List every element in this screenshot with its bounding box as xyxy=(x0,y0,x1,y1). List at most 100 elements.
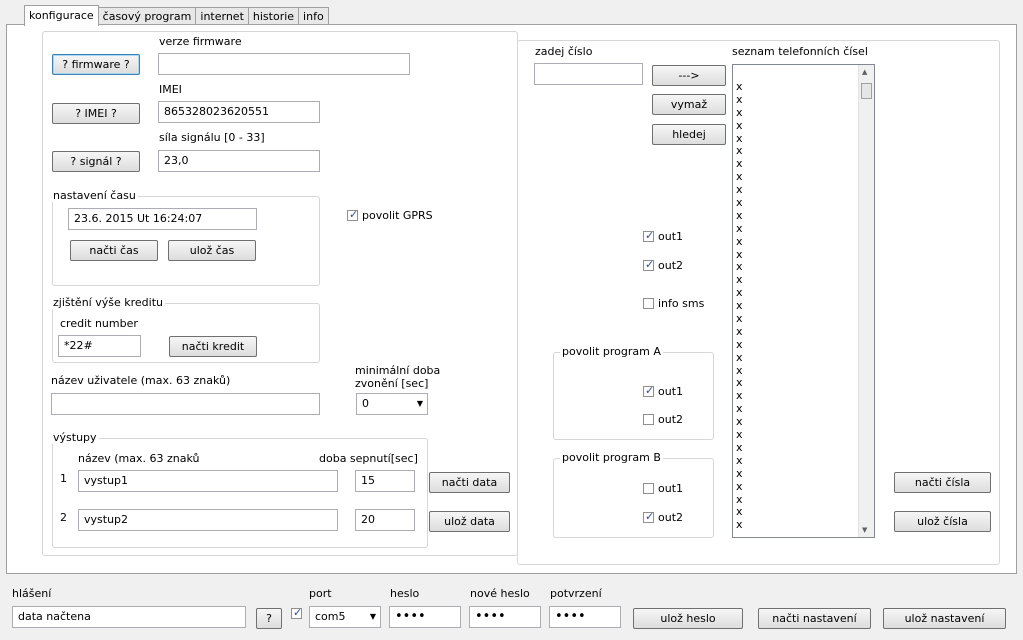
find-number-button[interactable]: hledej xyxy=(652,124,726,145)
signal-query-button[interactable]: ? signál ? xyxy=(52,151,140,172)
phone-list-item[interactable]: x xyxy=(733,338,858,351)
imei-field[interactable]: 865328023620551 xyxy=(158,101,320,123)
phone-list-item[interactable]: x xyxy=(733,93,858,106)
phone-list-scrollbar[interactable]: ▲ ▼ xyxy=(858,65,874,537)
program-b-out1-label: out1 xyxy=(658,482,684,495)
tab-internet[interactable]: internet xyxy=(195,7,249,25)
save-time-button[interactable]: ulož čas xyxy=(168,240,256,261)
phone-list-item[interactable]: x xyxy=(733,183,858,196)
phone-list-item[interactable]: x xyxy=(733,80,858,93)
program-b-out1-checkbox[interactable] xyxy=(643,483,654,494)
phone-list-item[interactable]: x xyxy=(733,299,858,312)
phone-list-item[interactable]: x xyxy=(733,209,858,222)
scroll-up-icon[interactable]: ▲ xyxy=(862,68,867,76)
read-numbers-button[interactable]: načti čísla xyxy=(894,472,991,493)
output-time-field-1[interactable]: 15 xyxy=(355,470,415,492)
tab-historie[interactable]: historie xyxy=(247,7,300,25)
phone-list-item[interactable]: x xyxy=(733,260,858,274)
read-credit-button[interactable]: načti kredit xyxy=(169,336,257,357)
ring-time-value: 0 xyxy=(362,397,369,410)
signal-label: síla signálu [0 - 33] xyxy=(159,131,265,144)
output-name-field-2[interactable]: vystup2 xyxy=(78,509,338,531)
program-a-out2-checkbox[interactable] xyxy=(643,414,654,425)
outputs-group-title: výstupy xyxy=(51,431,99,444)
checkmark-icon: ✓ xyxy=(293,606,303,619)
phone-list-item[interactable]: x xyxy=(733,170,858,183)
phone-list-item[interactable]: x xyxy=(733,351,858,364)
save-data-button[interactable]: ulož data xyxy=(429,511,510,532)
phone-list-item[interactable]: x xyxy=(733,222,858,235)
info-sms-checkbox[interactable] xyxy=(643,298,654,309)
phone-list-item[interactable]: x xyxy=(733,273,858,286)
phone-list-item[interactable]: x xyxy=(733,196,858,209)
save-password-button[interactable]: ulož heslo xyxy=(633,608,743,629)
output-index-1: 1 xyxy=(60,472,67,485)
port-select[interactable]: com5 ▼ xyxy=(309,606,381,628)
phone-list-item[interactable]: x xyxy=(733,454,858,467)
delete-number-button[interactable]: vymaž xyxy=(652,94,726,115)
imei-query-button[interactable]: ? IMEI ? xyxy=(52,103,140,124)
port-checkbox[interactable]: ✓ xyxy=(291,606,303,619)
phone-list-item[interactable]: x xyxy=(733,119,858,132)
phone-list-item[interactable]: x xyxy=(733,441,858,454)
phone-list-item[interactable]: x xyxy=(733,364,858,377)
phone-list-item[interactable]: x xyxy=(733,505,858,518)
port-label: port xyxy=(309,587,332,600)
phone-list-item[interactable]: x xyxy=(733,402,858,415)
phone-number-list[interactable]: xxxxxxxxxxxxxxxxxxxxxxxxxxxxxxxxxxx ▲ ▼ xyxy=(732,64,875,538)
phone-out2-label: out2 xyxy=(658,259,684,272)
output-time-field-2[interactable]: 20 xyxy=(355,509,415,531)
phone-list-item[interactable]: x xyxy=(733,518,858,531)
phone-list-item[interactable]: x xyxy=(733,235,858,248)
ring-label-line1: minimální doba xyxy=(355,364,441,377)
help-button[interactable]: ? xyxy=(256,608,282,629)
new-password-field[interactable]: •••• xyxy=(469,606,541,628)
phone-list-item[interactable]: x xyxy=(733,106,858,119)
confirm-password-field[interactable]: •••• xyxy=(549,606,621,628)
phone-list-item[interactable]: x xyxy=(733,415,858,428)
user-name-field[interactable] xyxy=(51,393,320,415)
phone-list-item[interactable]: x xyxy=(733,376,858,390)
phone-list-item[interactable]: x xyxy=(733,286,858,299)
tab-casovy-program[interactable]: časový program xyxy=(97,7,197,25)
program-b-out2-checkbox[interactable]: ✓ xyxy=(643,510,654,523)
add-number-button[interactable]: ---> xyxy=(652,65,726,86)
firmware-query-button[interactable]: ? firmware ? xyxy=(52,54,140,75)
tab-info[interactable]: info xyxy=(298,7,329,25)
load-settings-button[interactable]: načti nastavení xyxy=(758,608,871,629)
phone-list-item[interactable]: x xyxy=(733,325,858,338)
phone-list-item[interactable]: x xyxy=(733,144,858,158)
phone-list-item[interactable]: x xyxy=(733,132,858,145)
phone-list-item[interactable]: x xyxy=(733,428,858,441)
phone-list-item[interactable]: x xyxy=(733,312,858,325)
read-time-button[interactable]: načti čas xyxy=(70,240,158,261)
phone-list-item[interactable]: x xyxy=(733,467,858,480)
tab-konfigurace[interactable]: konfigurace xyxy=(24,5,99,26)
scroll-down-icon[interactable]: ▼ xyxy=(862,526,867,534)
read-data-button[interactable]: načti data xyxy=(429,472,510,493)
program-a-out1-checkbox[interactable]: ✓ xyxy=(643,384,655,397)
phone-list-item[interactable]: x xyxy=(733,480,858,493)
phone-list-item[interactable]: x xyxy=(733,389,858,402)
credit-number-field[interactable]: *22# xyxy=(58,335,141,357)
phone-out2-checkbox[interactable]: ✓ xyxy=(643,258,654,271)
phone-list-item[interactable]: x xyxy=(733,157,858,170)
output-name-field-1[interactable]: vystup1 xyxy=(78,470,338,492)
status-field: data načtena xyxy=(12,606,246,628)
firmware-field[interactable] xyxy=(158,53,410,75)
scroll-thumb[interactable] xyxy=(861,83,872,99)
save-numbers-button[interactable]: ulož čísla xyxy=(894,511,991,532)
time-field[interactable]: 23.6. 2015 Ut 16:24:07 xyxy=(68,208,257,230)
phone-list-label: seznam telefonních čísel xyxy=(732,45,868,58)
enter-number-field[interactable] xyxy=(534,63,643,85)
checkmark-icon: ✓ xyxy=(645,384,655,397)
ring-time-select[interactable]: 0 ▼ xyxy=(356,393,428,415)
gprs-checkbox[interactable]: ✓ xyxy=(347,208,358,221)
phone-list-item[interactable]: x xyxy=(733,248,858,261)
phone-list-item[interactable]: x xyxy=(733,493,858,506)
time-group-title: nastavení času xyxy=(51,189,138,202)
phone-out1-checkbox[interactable]: ✓ xyxy=(643,229,654,242)
password-field[interactable]: •••• xyxy=(389,606,461,628)
signal-field[interactable]: 23,0 xyxy=(158,150,320,172)
save-settings-button[interactable]: ulož nastavení xyxy=(883,608,1006,629)
